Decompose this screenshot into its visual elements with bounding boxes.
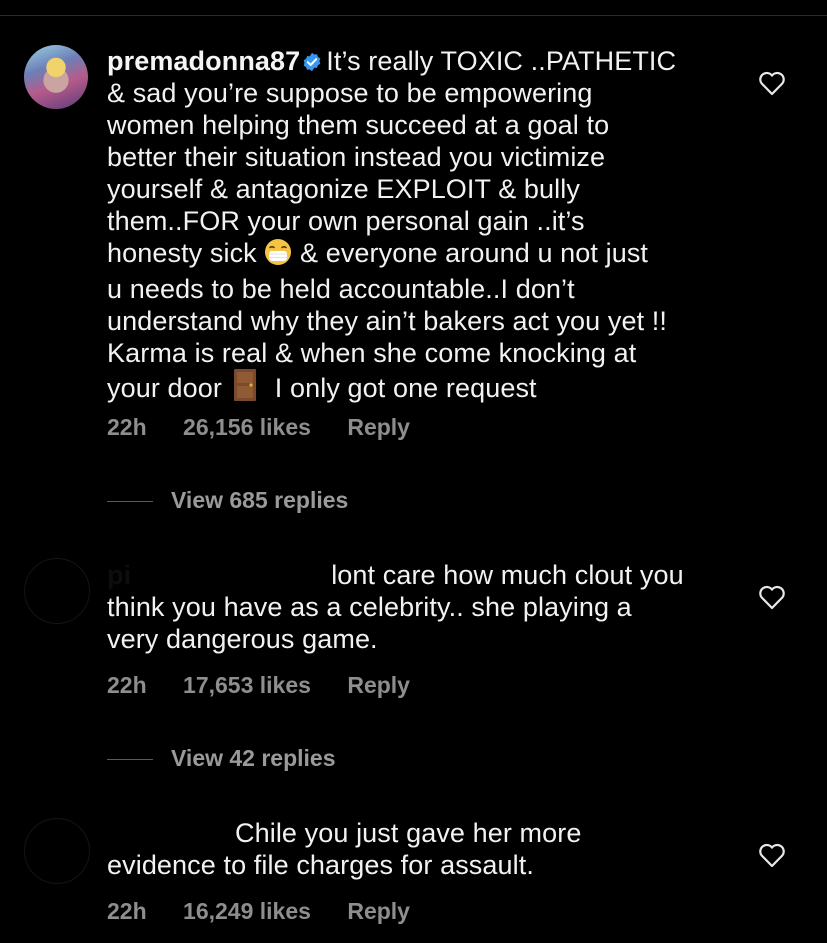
view-replies-button[interactable]: View 685 replies [107,487,348,514]
timestamp: 22h [107,414,147,440]
timestamp: 22h [107,672,147,698]
mask-face-emoji-icon [264,238,292,273]
comment-line-text: Chile you just gave her more [235,818,582,848]
view-replies-label: View 685 replies [171,487,349,513]
comment-meta: 22h 16,249 likes Reply [107,898,440,925]
comment-line: your door I only got one request [107,369,727,408]
avatar[interactable] [24,45,88,109]
comment-line: very dangerous game. [107,624,378,654]
reply-button[interactable]: Reply [347,414,410,440]
comment-line: understand why they ain’t bakers act you… [107,306,668,336]
comment-line: evidence to file charges for assault. [107,850,534,880]
comment-line-text: & everyone around u not just [300,238,649,268]
heart-icon[interactable] [758,70,786,96]
comment-line-text: lont care how much clout you [331,560,684,590]
top-divider [0,15,827,16]
likes-count[interactable]: 16,249 likes [183,898,311,924]
comment-line: think you have as a celebrity.. she play… [107,592,632,622]
heart-icon[interactable] [758,842,786,868]
reply-button[interactable]: Reply [347,672,410,698]
comment-meta: 22h 17,653 likes Reply [107,672,440,699]
avatar[interactable] [24,818,90,884]
comment-line: honesty sick & everyone around u not jus… [107,237,727,273]
username-link[interactable]: premadonna87 [107,46,300,76]
comment-meta: 22h 26,156 likes Reply [107,414,440,441]
comment-line-text: It’s really TOXIC ..PATHETIC [326,46,677,76]
likes-count[interactable]: 17,653 likes [183,672,311,698]
view-replies-button[interactable]: View 42 replies [107,745,336,772]
comment-text: premadonna87 It’s really TOXIC ..PATHETIC… [107,45,727,408]
comment-line-text: I only got one request [274,373,537,403]
comment-text: Chile you just gave her more evidence to… [107,817,727,881]
comment-line: better their situation instead you victi… [107,142,606,172]
comment-line: pi lont care how much clout you [107,559,727,591]
heart-icon[interactable] [758,584,786,610]
likes-count[interactable]: 26,156 likes [183,414,311,440]
door-emoji-icon [230,369,260,408]
comment-line: & sad you’re suppose to be empowering [107,78,593,108]
timestamp: 22h [107,898,147,924]
comment-line: Karma is real & when she come knocking a… [107,338,637,368]
comment-line: premadonna87 It’s really TOXIC ..PATHETIC [107,45,727,77]
replies-divider [107,759,153,761]
view-replies-label: View 42 replies [171,745,336,771]
avatar[interactable] [24,558,90,624]
comment-line-text: your door [107,373,222,403]
replies-divider [107,501,153,503]
comment-line-text: honesty sick [107,238,257,268]
comment-line: u needs to be held accountable..I don’t [107,274,575,304]
comment-text: pi lont care how much clout you think you… [107,559,727,655]
verified-badge-icon [303,52,321,72]
comment-line: them..FOR your own personal gain ..it’s [107,206,585,236]
reply-button[interactable]: Reply [347,898,410,924]
comment-line: Chile you just gave her more [107,817,727,849]
comment-line: women helping them succeed at a goal to [107,110,610,140]
username-link[interactable]: pi [107,560,131,590]
comment-line: yourself & antagonize EXPLOIT & bully [107,174,580,204]
